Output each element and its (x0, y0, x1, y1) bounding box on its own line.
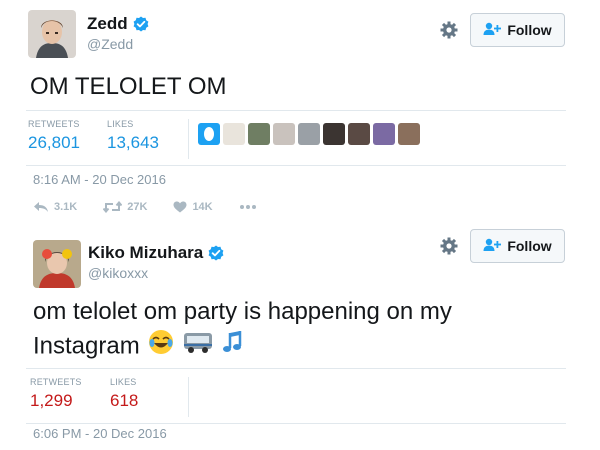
add-user-icon (483, 238, 502, 255)
retweets-stat[interactable]: RETWEETS 26,801 (28, 119, 80, 153)
likes-count: 618 (110, 391, 139, 410)
like-count: 14K (192, 201, 213, 213)
retweets-count: 26,801 (28, 133, 80, 152)
bus-icon (183, 330, 213, 364)
more-options-button[interactable] (239, 204, 257, 210)
avatar[interactable] (33, 240, 81, 288)
liker-avatar[interactable] (273, 123, 295, 145)
likes-label: LIKES (110, 377, 137, 387)
liker-avatar[interactable] (348, 123, 370, 145)
gear-icon[interactable] (439, 20, 459, 40)
author-info: Zedd @Zedd (87, 14, 149, 52)
like-button[interactable]: 14K (173, 201, 213, 213)
musical-notes-icon (222, 329, 246, 365)
retweets-label: RETWEETS (30, 377, 82, 387)
timestamp[interactable]: 8:16 AM - 20 Dec 2016 (33, 172, 166, 187)
display-name[interactable]: Zedd (87, 14, 128, 34)
tweet-card: Zedd @Zedd Follow OM TELOLET OM RETWEETS… (0, 0, 600, 232)
more-dots-icon (239, 204, 257, 210)
retweets-stat[interactable]: RETWEETS 1,299 (30, 377, 82, 411)
likes-stat[interactable]: LIKES 618 (110, 377, 138, 411)
tweet-stats: RETWEETS 26,801 LIKES 13,643 (26, 110, 566, 166)
verified-badge-icon (133, 16, 149, 32)
reply-count: 3.1K (54, 201, 78, 213)
liker-avatars (198, 123, 420, 145)
timestamp[interactable]: 6:06 PM - 20 Dec 2016 (33, 426, 167, 441)
tweet-text: om telolet om party is happening on my I… (33, 295, 533, 365)
liker-avatar[interactable] (198, 123, 220, 145)
gear-icon[interactable] (439, 236, 459, 256)
follow-button[interactable]: Follow (470, 229, 565, 263)
retweets-label: RETWEETS (28, 119, 80, 129)
author-info: Kiko Mizuhara @kikoxxx (88, 243, 224, 281)
liker-avatar[interactable] (398, 123, 420, 145)
tweet-card: Kiko Mizuhara @kikoxxx Follow om telolet… (0, 229, 600, 450)
reply-button[interactable]: 3.1K (33, 201, 77, 213)
tweet-stats: RETWEETS 1,299 LIKES 618 (26, 368, 566, 424)
tweet-actions: 3.1K 27K 14K (33, 201, 283, 213)
verified-badge-icon (208, 245, 224, 261)
liker-avatar[interactable] (373, 123, 395, 145)
face-with-tears-of-joy-icon (148, 329, 174, 365)
likes-stat[interactable]: LIKES 13,643 (107, 119, 159, 153)
handle[interactable]: @kikoxxx (88, 265, 224, 281)
handle[interactable]: @Zedd (87, 36, 149, 52)
retweet-count: 27K (127, 201, 148, 213)
stats-divider (188, 377, 189, 417)
add-user-icon (483, 22, 502, 39)
retweet-button[interactable]: 27K (103, 201, 147, 213)
liker-avatar[interactable] (298, 123, 320, 145)
likes-label: LIKES (107, 119, 134, 129)
retweets-count: 1,299 (30, 391, 73, 410)
liker-avatar[interactable] (323, 123, 345, 145)
tweet-text: OM TELOLET OM (30, 73, 227, 100)
follow-label: Follow (507, 238, 552, 254)
stats-divider (188, 119, 189, 159)
follow-label: Follow (507, 22, 552, 38)
liker-avatar[interactable] (248, 123, 270, 145)
heart-icon (173, 201, 187, 213)
avatar[interactable] (28, 10, 76, 58)
retweet-icon (103, 201, 123, 213)
likes-count: 13,643 (107, 133, 159, 152)
liker-avatar[interactable] (223, 123, 245, 145)
follow-button[interactable]: Follow (470, 13, 565, 47)
reply-icon (33, 201, 49, 213)
display-name[interactable]: Kiko Mizuhara (88, 243, 203, 263)
